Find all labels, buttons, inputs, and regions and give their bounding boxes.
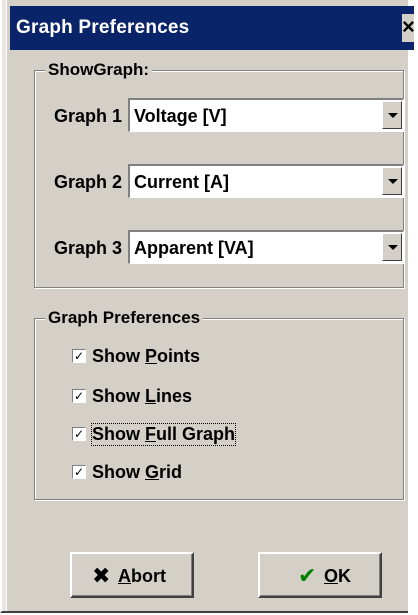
show-points-checkbox[interactable]: ✓ [72,349,86,363]
graph-preferences-group-title: Graph Preferences [45,308,204,328]
ok-label: OK [324,566,352,586]
show-lines-label: Show Lines [92,386,193,406]
graph-1-label: Graph 1 [54,106,123,126]
show-full-graph-checkbox[interactable]: ✓ [72,427,86,441]
title-bar[interactable]: Graph Preferences × [10,6,414,50]
graph-preferences-dialog: Graph Preferences × ShowGraph: Graph 1 V… [0,0,414,613]
show-points-label: Show Points [92,346,201,366]
show-graph-group-title: ShowGraph: [45,60,153,80]
close-button[interactable]: × [402,14,414,42]
graph-3-label: Graph 3 [54,238,123,258]
graph-3-select[interactable]: Apparent [VA] [128,230,404,264]
graph-2-value: Current [A] [134,172,229,192]
ok-button[interactable]: ✔ OK [258,552,382,598]
chevron-down-icon [388,245,398,250]
graph-3-value: Apparent [VA] [134,238,254,258]
graph-2-select[interactable]: Current [A] [128,164,404,198]
window-title: Graph Preferences [16,17,190,38]
show-lines-checkbox[interactable]: ✓ [72,389,86,403]
graph-preferences-group: Graph Preferences [34,308,404,500]
abort-button[interactable]: ✖ Abort [70,552,194,598]
window-edge [2,0,7,611]
show-full-graph-label: Show Full Graph [90,423,237,446]
abort-label: Abort [118,566,166,586]
close-icon: × [402,14,414,39]
graph-1-select[interactable]: Voltage [V] [128,98,404,132]
graph-2-dropdown-button[interactable] [382,167,402,195]
checkmark-icon: ✔ [298,563,317,588]
chevron-down-icon [388,179,398,184]
x-icon: ✖ [92,563,111,588]
graph-2-label: Graph 2 [54,172,123,192]
graph-3-dropdown-button[interactable] [382,233,402,261]
graph-1-dropdown-button[interactable] [382,101,402,129]
graph-1-value: Voltage [V] [134,106,227,126]
show-grid-label: Show Grid [92,462,183,482]
chevron-down-icon [388,113,398,118]
show-grid-checkbox[interactable]: ✓ [72,465,86,479]
